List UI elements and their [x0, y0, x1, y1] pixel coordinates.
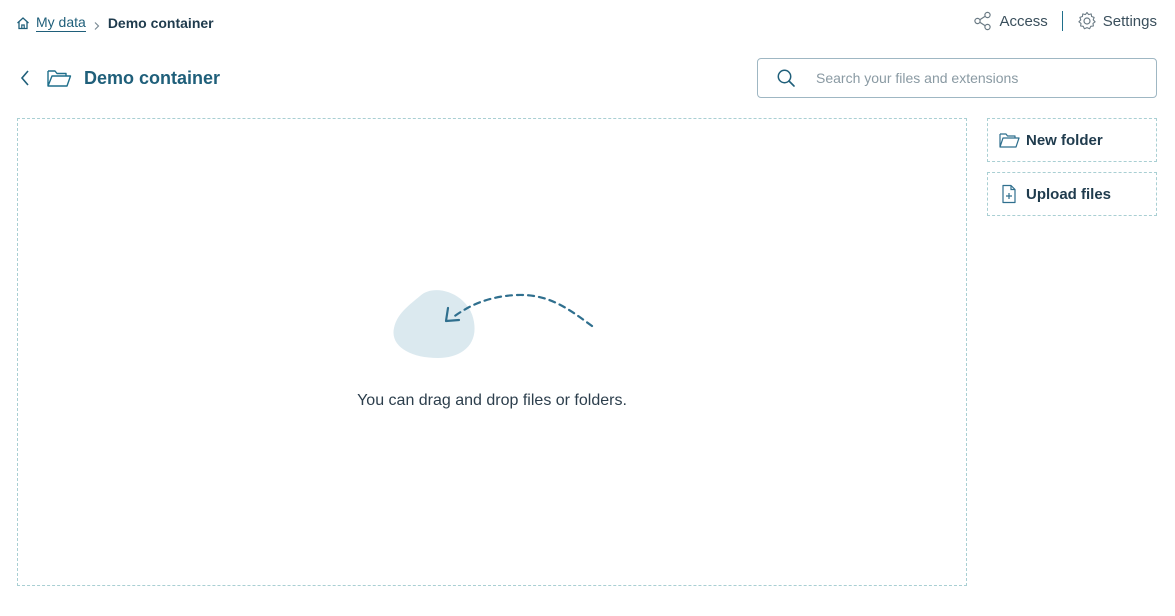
drag-drop-illustration	[393, 290, 594, 358]
home-icon[interactable]	[16, 16, 30, 30]
app-root: My data Demo container Access Settings D…	[0, 0, 1175, 616]
back-button[interactable]	[16, 67, 34, 89]
breadcrumb: My data Demo container	[16, 12, 214, 34]
drop-hint: You can drag and drop files or folders.	[357, 392, 627, 409]
search-input[interactable]	[816, 70, 1136, 86]
share-icon	[974, 11, 992, 31]
settings-button[interactable]: Settings	[1077, 11, 1157, 31]
gear-icon	[1078, 11, 1096, 30]
access-button[interactable]: Access	[973, 11, 1048, 31]
chevron-left-icon	[20, 70, 29, 86]
settings-label: Settings	[1102, 12, 1157, 30]
new-folder-button[interactable]: New folder	[987, 118, 1157, 162]
breadcrumb-current: Demo container	[107, 15, 214, 31]
folder-open-icon	[47, 70, 72, 87]
upload-files-label: Upload files	[1026, 185, 1112, 203]
top-actions: Access Settings	[973, 8, 1157, 34]
search-box	[757, 58, 1157, 98]
access-label: Access	[999, 12, 1048, 30]
file-plus-icon	[1002, 184, 1016, 204]
title-row: Demo container	[16, 64, 220, 92]
folder-open-icon	[999, 133, 1020, 148]
new-folder-label: New folder	[1026, 131, 1103, 149]
breadcrumb-my-data-link[interactable]: My data	[36, 14, 86, 32]
page-title: Demo container	[84, 67, 221, 88]
chevron-right-icon	[92, 18, 102, 30]
search-icon	[777, 69, 795, 87]
drop-zone[interactable]: You can drag and drop files or folders.	[17, 118, 967, 586]
upload-files-button[interactable]: Upload files	[987, 172, 1157, 216]
divider	[1061, 11, 1063, 31]
